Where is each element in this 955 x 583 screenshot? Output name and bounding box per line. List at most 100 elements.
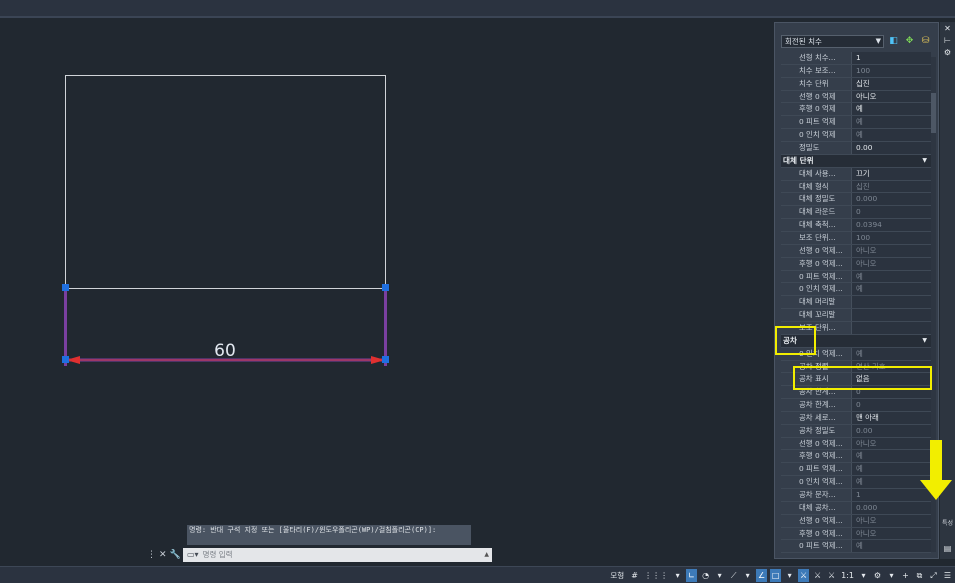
grip-top-left[interactable] [62,284,69,291]
property-row[interactable]: 후행 0 억제... 예 [781,450,931,464]
polar-tracking-icon[interactable]: ◔ [700,569,711,582]
section-alternate-units[interactable]: 대체 단위 ▼ [781,154,931,168]
property-row[interactable]: 0 피트 억제... 예 [781,540,931,554]
property-value[interactable]: 아니오 [851,244,931,257]
auto-scale-icon[interactable]: ⚔ [812,569,823,582]
drag-handle-icon[interactable]: ⋮ [147,550,156,560]
property-row[interactable]: 선행 0 억제... 아니오 [781,514,931,528]
property-value[interactable]: 예 [851,540,931,553]
command-input[interactable]: ▭▾ 명령 입력 ▲ [183,547,492,562]
pin-icon[interactable]: ⊢ [942,36,953,46]
property-row[interactable]: 선형 치수... 1 [781,52,931,65]
property-row[interactable]: 공차 문자... 1 [781,489,931,502]
property-value[interactable]: 예 [851,270,931,283]
property-value[interactable]: 100 [851,64,931,77]
property-value[interactable]: 아니오 [851,257,931,270]
property-row[interactable]: 대체 공차... 0.000 [781,501,931,515]
hamburger-menu-icon[interactable]: ☰ [942,569,953,582]
property-row[interactable]: 치수 단위 십진 [781,77,931,91]
property-value[interactable]: 아니오 [851,90,931,103]
dropdown-icon[interactable]: ▾ [886,569,897,582]
snap-icon[interactable]: ⋮⋮⋮ [643,569,669,582]
palette-menu-icon[interactable]: ▤ [942,544,953,554]
property-row[interactable]: 0 피트 억제... 예 [781,270,931,284]
property-value[interactable]: 예 [851,129,931,141]
property-value[interactable]: 예 [851,283,931,296]
property-row[interactable]: 공차 정밀도 0.00 [781,424,931,438]
property-row[interactable]: 0 인치 억제... 예 [781,476,931,489]
dropdown-icon[interactable]: ▾ [714,569,725,582]
plus-icon[interactable]: + [900,569,911,582]
select-objects-icon[interactable]: ✥ [903,35,916,48]
property-row[interactable]: 후행 0 억제... 아니오 [781,257,931,271]
fullscreen-icon[interactable]: ⤢ [928,569,939,582]
property-row[interactable]: 공차 한계... 0 [781,399,931,412]
grip-bottom-left[interactable] [62,356,69,363]
property-value[interactable] [851,321,931,334]
command-prompt-icon[interactable]: ▭▾ [187,548,199,562]
drawing-canvas[interactable]: 60 [0,20,772,565]
close-icon[interactable]: ✕ [942,24,953,34]
property-value[interactable]: 십진 [851,77,931,90]
property-row[interactable]: 선행 0 억제... 아니오 [781,437,931,451]
property-value[interactable]: 0.0394 [851,219,931,231]
property-row[interactable]: 0 피트 억제... 예 [781,463,931,477]
dropdown-icon[interactable]: ▾ [742,569,753,582]
scale-button[interactable]: 1:1 [840,569,855,582]
wrench-icon[interactable]: 🔧 [170,550,181,560]
property-value[interactable]: 예 [851,450,931,463]
property-row[interactable]: 0 인치 억제 예 [781,129,931,142]
property-row[interactable]: 정밀도 0.00 [781,141,931,155]
object-type-dropdown[interactable]: 회전된 치수 ▼ [781,34,884,48]
property-value[interactable]: 예 [851,103,931,116]
drawing-svg[interactable] [0,20,772,565]
quick-select-icon[interactable]: ⛁ [919,35,932,48]
property-row[interactable]: 선행 0 억제 아니오 [781,90,931,104]
ortho-icon[interactable]: ∟ [686,569,698,582]
property-value[interactable]: 1 [851,52,931,64]
property-value[interactable]: 0 [851,206,931,219]
property-row[interactable]: 대체 라운드 0 [781,206,931,220]
toggle-pickadd-icon[interactable]: ◧ [887,35,900,48]
dropdown-icon[interactable]: ▾ [784,569,795,582]
object-snap-tracking-icon[interactable]: ∠ [756,569,768,582]
property-row[interactable]: 치수 보조... 100 [781,64,931,78]
property-value[interactable]: 아니오 [851,527,931,540]
property-row[interactable]: 대체 축척... 0.0394 [781,219,931,232]
property-row[interactable]: 후행 0 억제... 아니오 [781,527,931,541]
property-row[interactable]: 대체 머리말 [781,296,931,310]
property-row[interactable]: 보조 단위... 100 [781,231,931,245]
property-row[interactable]: 후행 0 억제 예 [781,103,931,117]
grip-bottom-right[interactable] [382,356,389,363]
property-value[interactable]: 100 [851,231,931,244]
dimension-text[interactable]: 60 [205,341,245,361]
grip-top-right[interactable] [382,284,389,291]
property-row[interactable]: 공차 세로... 맨 아래 [781,411,931,425]
rectangle-object[interactable] [65,75,386,289]
property-row[interactable]: 대체 형식 십진 [781,180,931,194]
property-value[interactable]: 0 [851,399,931,411]
property-value[interactable]: 예 [851,116,931,129]
isolate-objects-icon[interactable]: ⧉ [914,569,925,582]
object-snap-icon[interactable]: □ [770,569,782,582]
gear-icon[interactable]: ⚙ [872,569,883,582]
property-value[interactable]: 예 [851,347,931,360]
isometric-icon[interactable]: ⟋ [728,569,739,582]
property-value[interactable]: 예 [851,463,931,476]
property-row[interactable]: 대체 꼬리말 [781,309,931,322]
property-row[interactable]: 대체 사용... 끄기 [781,167,931,181]
property-row[interactable]: 0 인치 억제... 예 [781,283,931,297]
property-value[interactable]: 0.00 [851,424,931,437]
property-value[interactable]: 아니오 [851,514,931,527]
property-value[interactable]: 1 [851,489,931,501]
property-value[interactable] [851,309,931,321]
grid-icon[interactable]: # [629,569,640,582]
annotation-scale-icon[interactable]: ⚔ [826,569,837,582]
property-row[interactable]: 대체 정밀도 0.000 [781,193,931,207]
section-collapse-icon[interactable]: ▼ [922,337,927,344]
property-value[interactable]: 맨 아래 [851,411,931,424]
model-space-button[interactable]: 모형 [608,569,626,582]
annotation-visibility-icon[interactable]: ⚔ [798,569,810,582]
property-value[interactable] [851,296,931,309]
property-row[interactable]: 선행 0 억제... 아니오 [781,244,931,258]
